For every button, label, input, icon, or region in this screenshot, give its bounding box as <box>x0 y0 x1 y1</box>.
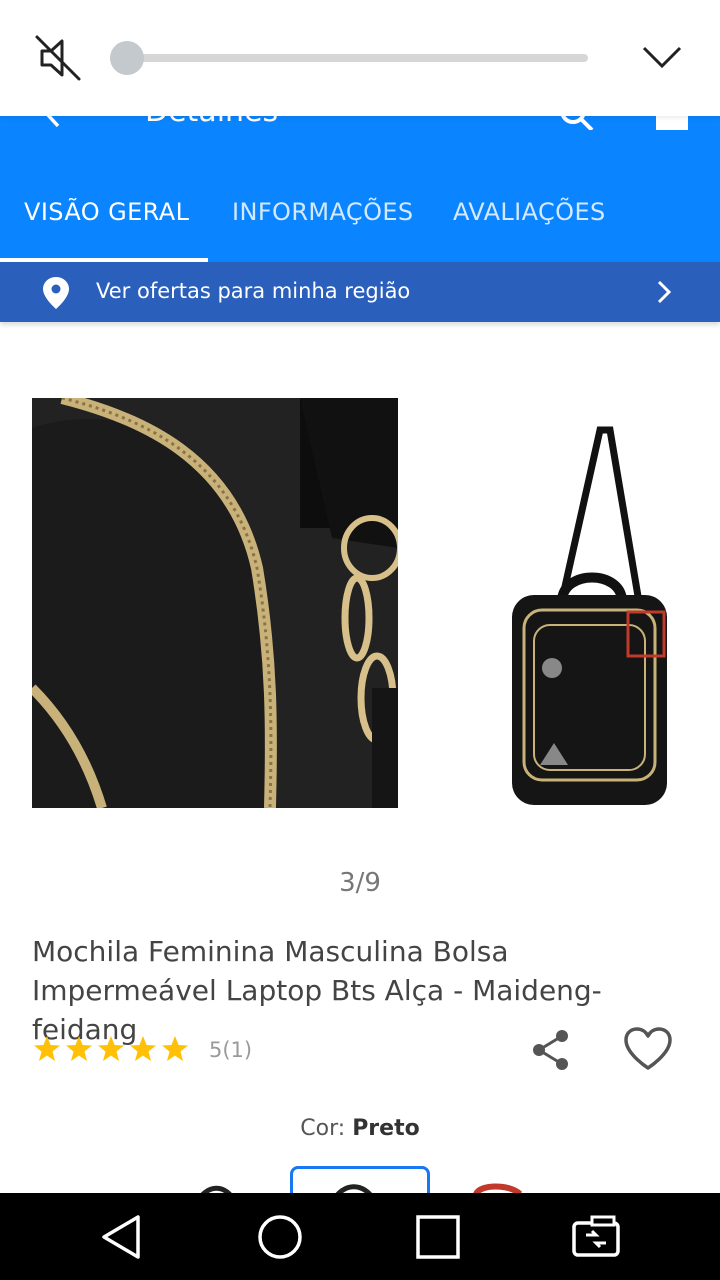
volume-overlay <box>0 0 720 116</box>
heart-icon[interactable] <box>622 1026 674 1072</box>
chevron-down-icon[interactable] <box>640 36 684 76</box>
volume-slider-track[interactable] <box>124 54 588 62</box>
home-circle-icon[interactable] <box>254 1211 306 1263</box>
product-image[interactable] <box>32 398 688 810</box>
color-swatch[interactable] <box>470 1174 570 1194</box>
star-icon <box>66 1036 92 1061</box>
color-value: Preto <box>352 1116 420 1141</box>
volume-slider-thumb[interactable] <box>110 41 144 75</box>
location-pin-icon <box>43 277 69 309</box>
chevron-right-icon <box>657 280 672 304</box>
tab-informacoes[interactable]: INFORMAÇÕES <box>232 198 414 226</box>
screen-switch-icon[interactable] <box>570 1211 622 1263</box>
rating-stars <box>34 1036 188 1061</box>
color-selection-label: Cor: Preto <box>0 1116 720 1141</box>
region-offers-label: Ver ofertas para minha região <box>96 279 411 303</box>
product-photo-backpack <box>512 426 667 805</box>
image-counter: 3/9 <box>339 868 381 898</box>
share-icon[interactable] <box>530 1028 572 1072</box>
tab-bar: VISÃO GERAL INFORMAÇÕES AVALIAÇÕES <box>0 180 720 262</box>
color-label: Cor: <box>300 1116 346 1141</box>
color-swatch-selected[interactable] <box>290 1166 430 1194</box>
tab-visao-geral[interactable]: VISÃO GERAL <box>24 198 189 226</box>
star-icon <box>130 1036 156 1061</box>
back-triangle-icon[interactable] <box>96 1211 148 1263</box>
region-offers-banner[interactable]: Ver ofertas para minha região <box>0 262 720 322</box>
color-swatches <box>0 1160 720 1194</box>
star-icon <box>34 1036 60 1061</box>
volume-mute-icon[interactable] <box>32 32 84 84</box>
color-swatch[interactable] <box>176 1174 276 1194</box>
recents-square-icon[interactable] <box>412 1211 464 1263</box>
star-icon <box>98 1036 124 1061</box>
system-nav-bar <box>0 1193 720 1280</box>
product-photo-closeup <box>32 398 398 808</box>
star-icon <box>162 1036 188 1061</box>
rating-count: 5(1) <box>209 1038 253 1062</box>
color-swatch-image <box>323 1184 393 1194</box>
tab-avaliacoes[interactable]: AVALIAÇÕES <box>453 198 606 226</box>
